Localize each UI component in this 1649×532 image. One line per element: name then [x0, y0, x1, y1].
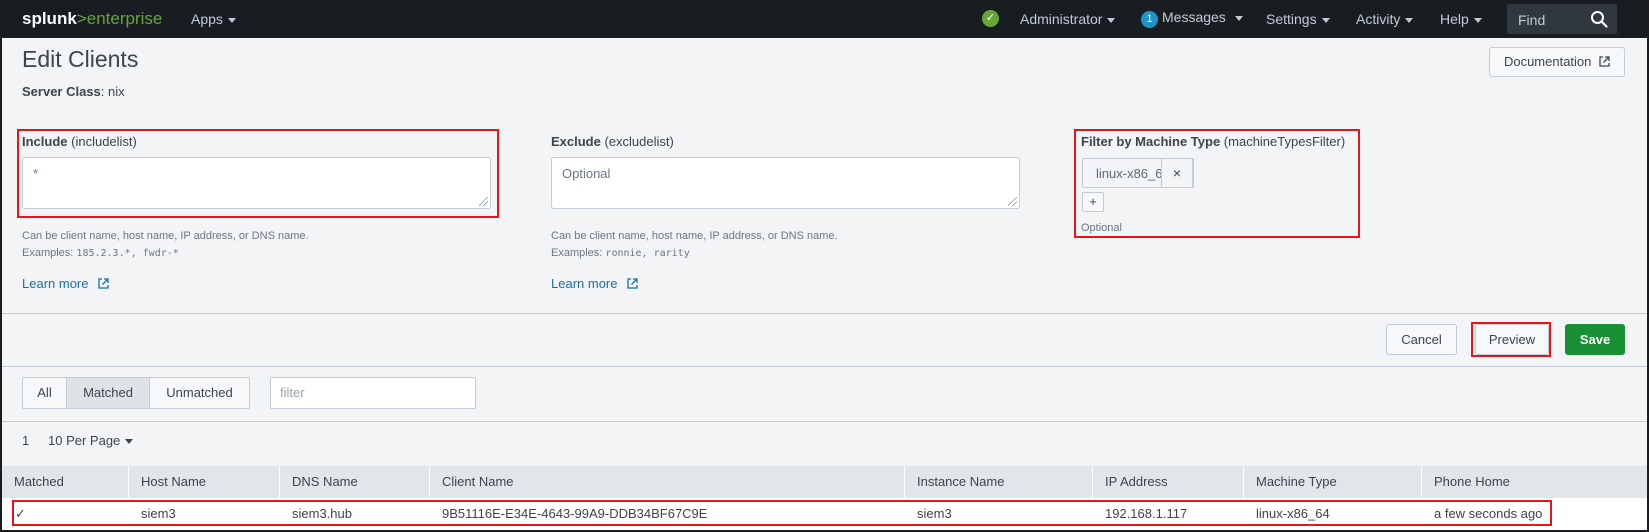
logo-gt: >: [76, 9, 87, 28]
machine-type-filter-label: Filter by Machine Type (machineTypesFilt…: [1081, 134, 1345, 149]
filter-unmatched-button[interactable]: Unmatched: [149, 377, 250, 409]
administrator-menu[interactable]: Administrator: [1020, 11, 1115, 27]
exclude-examples-label: Examples:: [551, 247, 606, 259]
machine-type-tag-text: linux-x86_64: [1096, 166, 1170, 181]
messages-count-badge: 1: [1141, 11, 1158, 28]
resize-grip-icon[interactable]: [1008, 197, 1017, 206]
include-sublabel: (includelist): [67, 134, 137, 149]
save-button[interactable]: Save: [1565, 324, 1625, 355]
include-textarea[interactable]: *: [22, 157, 491, 209]
cell-ip-address: 192.168.1.117: [1105, 506, 1188, 521]
page-title: Edit Clients: [22, 46, 139, 72]
machine-filter-sublabel: (machineTypesFilter): [1220, 134, 1346, 149]
include-label: Include (includelist): [22, 134, 137, 149]
documentation-label: Documentation: [1503, 54, 1592, 69]
preview-button[interactable]: Preview: [1475, 324, 1549, 355]
search-icon[interactable]: [1590, 10, 1608, 28]
include-help-text: Can be client name, host name, IP addres…: [22, 230, 309, 242]
resize-grip-icon[interactable]: [479, 197, 488, 206]
remove-tag-icon[interactable]: ×: [1161, 158, 1193, 188]
external-link-icon: [627, 278, 638, 289]
logo-main: splunk: [22, 9, 77, 28]
column-header-host-name[interactable]: Host Name: [129, 466, 280, 498]
exclude-help-examples: Examples: ronnie, rarity: [551, 247, 690, 259]
include-help-examples: Examples: 185.2.3.*, fwdr-*: [22, 247, 179, 259]
settings-menu[interactable]: Settings: [1266, 11, 1330, 27]
machine-filter-label-bold: Filter by Machine Type: [1081, 134, 1221, 149]
exclude-textarea[interactable]: Optional: [551, 157, 1020, 209]
top-navigation-bar: splunk>enterprise Apps ✓ Administrator 1…: [0, 0, 1649, 38]
clients-table-header: Matched Host Name DNS Name Client Name I…: [2, 466, 1647, 498]
cell-client-name: 9B51116E-E34E-4643-99A9-DDB34BF67C9E: [442, 506, 708, 521]
filter-input[interactable]: filter: [270, 377, 476, 409]
server-class-value: : nix: [100, 84, 125, 99]
table-row[interactable]: ✓ siem3 siem3.hub 9B51116E-E34E-4643-99A…: [2, 498, 1647, 530]
exclude-help-text: Can be client name, host name, IP addres…: [551, 230, 838, 242]
cell-host-name: siem3: [141, 506, 176, 521]
find-search-box[interactable]: Find: [1507, 4, 1617, 34]
column-header-instance-name[interactable]: Instance Name: [905, 466, 1093, 498]
logo-product: enterprise: [86, 9, 163, 28]
exclude-label-bold: Exclude: [551, 134, 601, 149]
include-examples-label: Examples:: [22, 247, 77, 259]
section-divider: [0, 366, 1649, 367]
find-label: Find: [1518, 12, 1546, 28]
cell-machine-type: linux-x86_64: [1256, 506, 1330, 521]
column-header-dns-name[interactable]: DNS Name: [280, 466, 430, 498]
apps-menu[interactable]: Apps: [191, 11, 236, 27]
external-link-icon: [1599, 56, 1610, 67]
external-link-icon: [98, 278, 109, 289]
cancel-button[interactable]: Cancel: [1386, 324, 1457, 355]
cell-matched: ✓: [15, 506, 26, 521]
include-learn-more-label: Learn more: [22, 276, 89, 291]
filter-all-button[interactable]: All: [22, 377, 67, 409]
machine-type-tag: linux-x86_64 ×: [1082, 158, 1194, 188]
window-frame: [0, 0, 1649, 532]
per-page-dropdown[interactable]: 10 Per Page: [48, 433, 133, 448]
activity-menu[interactable]: Activity: [1356, 11, 1413, 27]
column-header-ip-address[interactable]: IP Address: [1093, 466, 1244, 498]
include-examples-code: 185.2.3.*, fwdr-*: [76, 248, 179, 259]
exclude-learn-more-label: Learn more: [551, 276, 618, 291]
server-class-label: Server Class: [22, 84, 101, 99]
splunk-logo[interactable]: splunk>enterprise: [22, 9, 162, 29]
messages-label: Messages: [1162, 9, 1226, 25]
check-circle-icon[interactable]: ✓: [982, 10, 999, 27]
section-divider: [0, 313, 1649, 314]
exclude-examples-code: ronnie, rarity: [605, 248, 690, 259]
exclude-label: Exclude (excludelist): [551, 134, 674, 149]
add-machine-type-button[interactable]: +: [1082, 192, 1104, 212]
include-value: *: [33, 166, 39, 181]
column-header-phone-home[interactable]: Phone Home: [1422, 466, 1647, 498]
exclude-placeholder: Optional: [562, 166, 611, 181]
include-label-bold: Include: [22, 134, 68, 149]
cell-instance-name: siem3: [917, 506, 952, 521]
column-header-machine-type[interactable]: Machine Type: [1244, 466, 1422, 498]
cell-phone-home: a few seconds ago: [1434, 506, 1543, 521]
exclude-learn-more-link[interactable]: Learn more: [551, 276, 638, 291]
filter-matched-button[interactable]: Matched: [66, 377, 150, 409]
include-learn-more-link[interactable]: Learn more: [22, 276, 109, 291]
cell-dns-name: siem3.hub: [292, 506, 352, 521]
column-header-matched[interactable]: Matched: [2, 466, 129, 498]
section-divider: [0, 421, 1649, 422]
server-class-info: Server Class: nix: [22, 84, 125, 99]
messages-menu[interactable]: 1 Messages: [1141, 9, 1243, 28]
exclude-sublabel: (excludelist): [600, 134, 674, 149]
column-header-client-name[interactable]: Client Name: [430, 466, 905, 498]
pagination-current-page[interactable]: 1: [22, 433, 29, 448]
help-menu[interactable]: Help: [1440, 11, 1482, 27]
documentation-button[interactable]: Documentation: [1489, 47, 1625, 77]
machine-filter-optional-text: Optional: [1081, 222, 1122, 234]
